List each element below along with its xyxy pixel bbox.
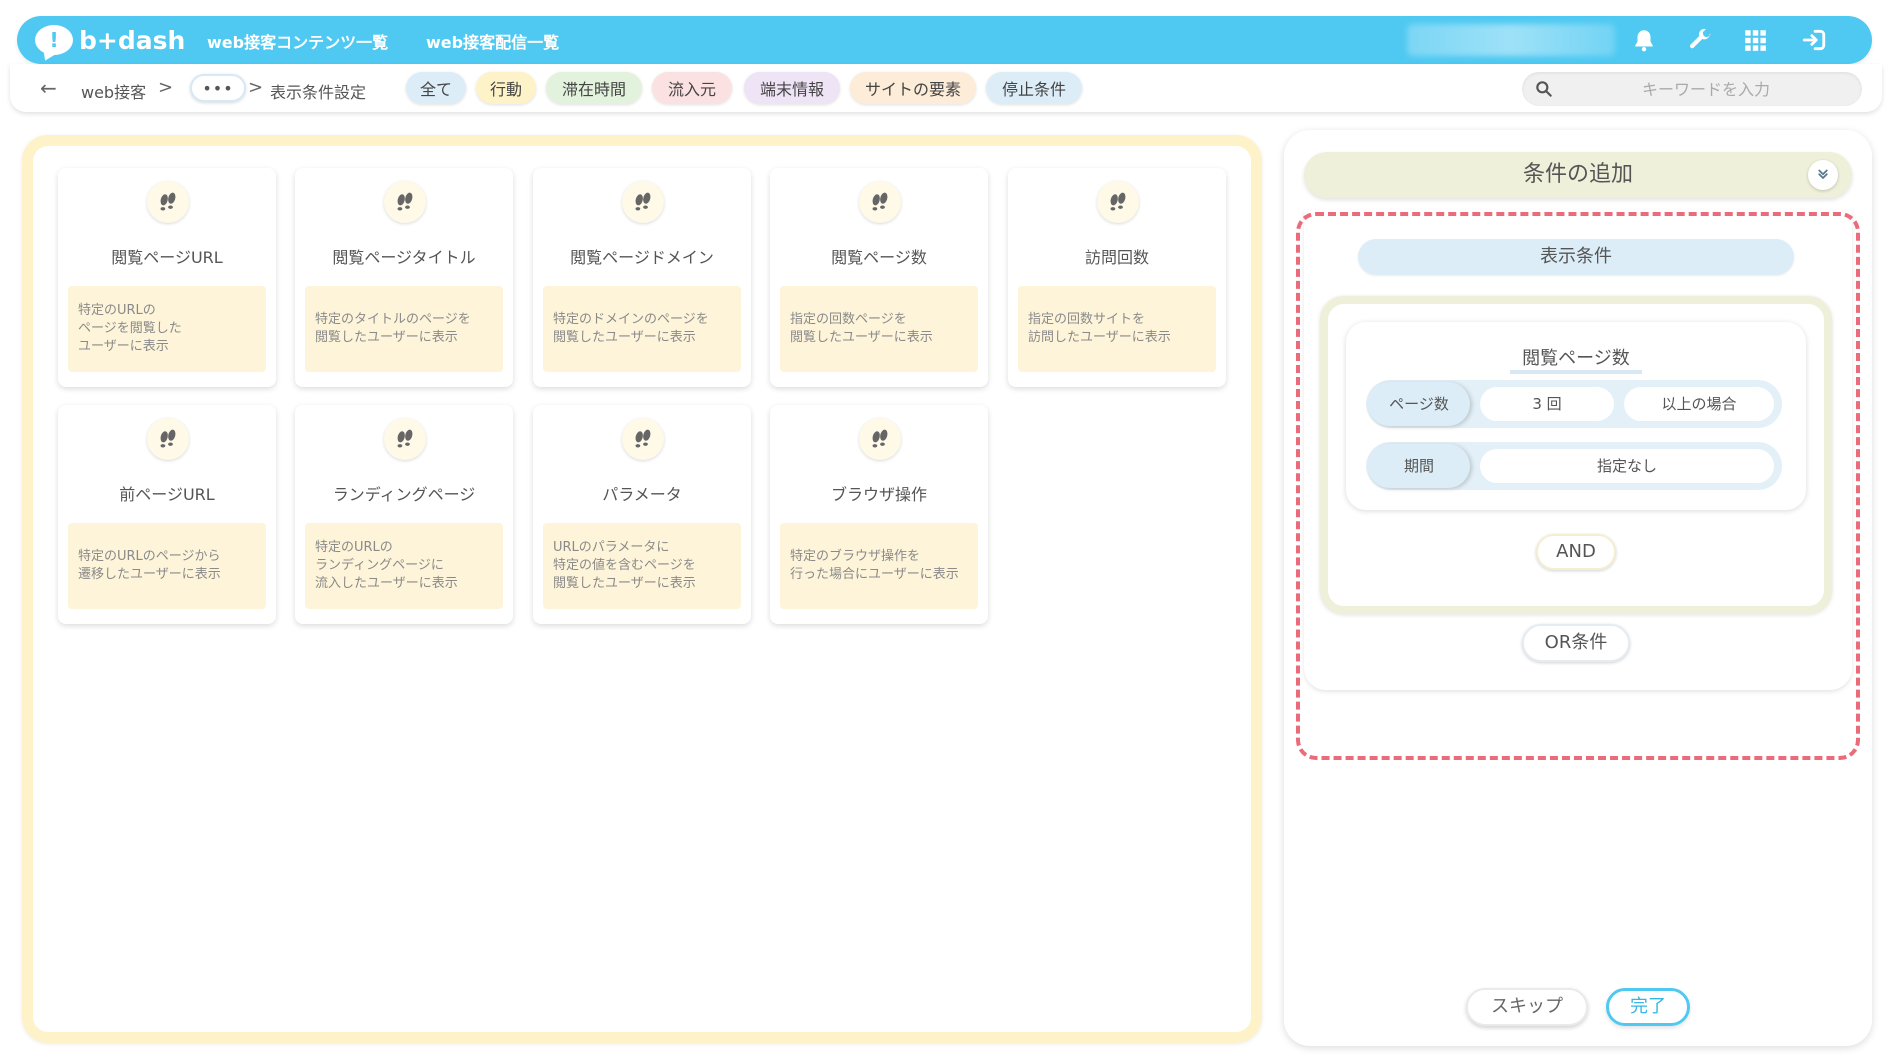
filter-device-info[interactable]: 端末情報 xyxy=(744,72,840,104)
card-description-text: 特定のURLのページから 遷移したユーザーに表示 xyxy=(78,549,221,582)
card-description-text: 特定のURLの ページを閲覧した ユーザーに表示 xyxy=(78,303,182,354)
filter-stay-time[interactable]: 滞在時間 xyxy=(546,72,642,104)
condition-card-2[interactable]: 閲覧ページドメイン特定のドメインのページを 閲覧したユーザーに表示 xyxy=(533,168,751,387)
card-description-text: 特定のタイトルのページを 閲覧したユーザーに表示 xyxy=(315,312,471,345)
card-description-text: 特定のドメインのページを 閲覧したユーザーに表示 xyxy=(553,312,709,345)
footprints-icon xyxy=(147,418,189,460)
apps-grid-icon[interactable] xyxy=(1740,25,1770,55)
filter-referrer[interactable]: 流入元 xyxy=(652,72,732,104)
card-title: ランディングページ xyxy=(332,485,476,504)
logo-text: b+dash xyxy=(79,25,186,55)
logo-bubble-icon: ! xyxy=(35,25,73,55)
filter-site-elements[interactable]: サイトの要素 xyxy=(850,72,976,104)
card-description: 特定のブラウザ操作を 行った場合にユーザーに表示 xyxy=(780,523,978,609)
add-condition-header: 条件の追加 xyxy=(1304,152,1852,198)
nav-delivery-list[interactable]: web接客配信一覧 xyxy=(426,29,559,53)
filter-all[interactable]: 全て xyxy=(406,72,466,104)
footprints-icon xyxy=(622,181,664,223)
card-title: 前ページURL xyxy=(119,485,215,504)
condition-card-3[interactable]: 閲覧ページ数指定の回数ページを 閲覧したユーザーに表示 xyxy=(770,168,988,387)
footprints-icon xyxy=(1097,181,1139,223)
account-info-blurred[interactable] xyxy=(1407,24,1615,56)
condition-card-7[interactable]: パラメータ URLのパラメータに 特定の値を含むページを 閲覧したユーザーに表示 xyxy=(533,405,751,624)
condition-card-1[interactable]: 閲覧ページタイトル特定のタイトルのページを 閲覧したユーザーに表示 xyxy=(295,168,513,387)
card-title: パラメータ xyxy=(602,485,682,504)
skip-button[interactable]: スキップ xyxy=(1466,988,1588,1026)
breadcrumb-separator: > xyxy=(248,77,264,98)
card-description: 特定のURLのページから 遷移したユーザーに表示 xyxy=(68,523,266,609)
condition-card-6[interactable]: ランディングページ特定のURLの ランディングページに 流入したユーザーに表示 xyxy=(295,405,513,624)
card-description: 特定のタイトルのページを 閲覧したユーザーに表示 xyxy=(305,286,503,372)
card-title: 訪問回数 xyxy=(1084,248,1149,267)
card-description-text: 特定のURLの ランディングページに 流入したユーザーに表示 xyxy=(315,540,458,591)
chevron-down-icon xyxy=(1818,169,1828,179)
bell-icon[interactable] xyxy=(1629,25,1659,55)
condition-editor-panel: 条件の追加 表示条件 閲覧ページ数 ページ数 3 回 以上の場合 期間 指定なし… xyxy=(1284,130,1872,1046)
app-root: ! b+dash web接客コンテンツ一覧 web接客配信一覧 ← web接客 xyxy=(0,0,1890,1063)
sub-toolbar: ← web接客 > ••• > 表示条件設定 全て 行動 滞在時間 流入元 端末… xyxy=(10,64,1882,112)
footprints-icon xyxy=(384,418,426,460)
footprints-icon xyxy=(859,418,901,460)
wrench-icon[interactable] xyxy=(1685,25,1715,55)
search-icon xyxy=(1536,81,1552,97)
card-title: 閲覧ページタイトル xyxy=(332,248,476,267)
filter-behavior[interactable]: 行動 xyxy=(476,72,536,104)
breadcrumb-root[interactable]: web接客 xyxy=(81,79,146,103)
breadcrumb-separator: > xyxy=(158,77,174,98)
card-description-text: 指定の回数サイトを 訪問したユーザーに表示 xyxy=(1028,312,1171,345)
back-arrow-icon[interactable]: ← xyxy=(40,76,57,100)
card-description: 指定の回数サイトを 訪問したユーザーに表示 xyxy=(1018,286,1216,372)
footprints-icon xyxy=(147,181,189,223)
search-input[interactable] xyxy=(1566,72,1846,106)
top-header: ! b+dash web接客コンテンツ一覧 web接客配信一覧 xyxy=(17,16,1872,64)
card-title: 閲覧ページドメイン xyxy=(570,248,714,267)
highlight-frame xyxy=(1296,212,1860,760)
card-description: 指定の回数ページを 閲覧したユーザーに表示 xyxy=(780,286,978,372)
card-description: URLのパラメータに 特定の値を含むページを 閲覧したユーザーに表示 xyxy=(543,523,741,609)
card-description: 特定のドメインのページを 閲覧したユーザーに表示 xyxy=(543,286,741,372)
search-box xyxy=(1522,72,1862,106)
card-description: 特定のURLの ページを閲覧した ユーザーに表示 xyxy=(68,286,266,372)
card-title: ブラウザ操作 xyxy=(830,485,927,504)
condition-card-0[interactable]: 閲覧ページURL 特定のURLの ページを閲覧した ユーザーに表示 xyxy=(58,168,276,387)
condition-card-5[interactable]: 前ページURL 特定のURLのページから 遷移したユーザーに表示 xyxy=(58,405,276,624)
card-title: 閲覧ページ数 xyxy=(831,248,927,267)
add-condition-title: 条件の追加 xyxy=(1522,162,1633,187)
card-description-text: 指定の回数ページを 閲覧したユーザーに表示 xyxy=(790,312,933,345)
filter-stop-condition[interactable]: 停止条件 xyxy=(986,72,1082,104)
logo[interactable]: ! b+dash xyxy=(35,24,185,56)
breadcrumb-current: 表示条件設定 xyxy=(270,83,367,102)
done-button[interactable]: 完了 xyxy=(1606,988,1690,1026)
card-description: 特定のURLの ランディングページに 流入したユーザーに表示 xyxy=(305,523,503,609)
card-title: 閲覧ページURL xyxy=(111,248,223,267)
condition-card-4[interactable]: 訪問回数指定の回数サイトを 訪問したユーザーに表示 xyxy=(1008,168,1226,387)
condition-catalog-panel: 閲覧ページURL 特定のURLの ページを閲覧した ユーザーに表示 閲覧ページタイト… xyxy=(22,135,1262,1043)
footprints-icon xyxy=(384,181,426,223)
footprints-icon xyxy=(622,418,664,460)
collapse-button[interactable] xyxy=(1808,160,1838,190)
nav-contents-list[interactable]: web接客コンテンツ一覧 xyxy=(207,29,388,53)
condition-card-8[interactable]: ブラウザ操作特定のブラウザ操作を 行った場合にユーザーに表示 xyxy=(770,405,988,624)
card-description-text: 特定のブラウザ操作を 行った場合にユーザーに表示 xyxy=(790,549,959,582)
card-description-text: URLのパラメータに 特定の値を含むページを 閲覧したユーザーに表示 xyxy=(553,540,696,591)
footprints-icon xyxy=(859,181,901,223)
breadcrumb-more-button[interactable]: ••• xyxy=(190,74,246,102)
logout-icon[interactable] xyxy=(1799,25,1829,55)
